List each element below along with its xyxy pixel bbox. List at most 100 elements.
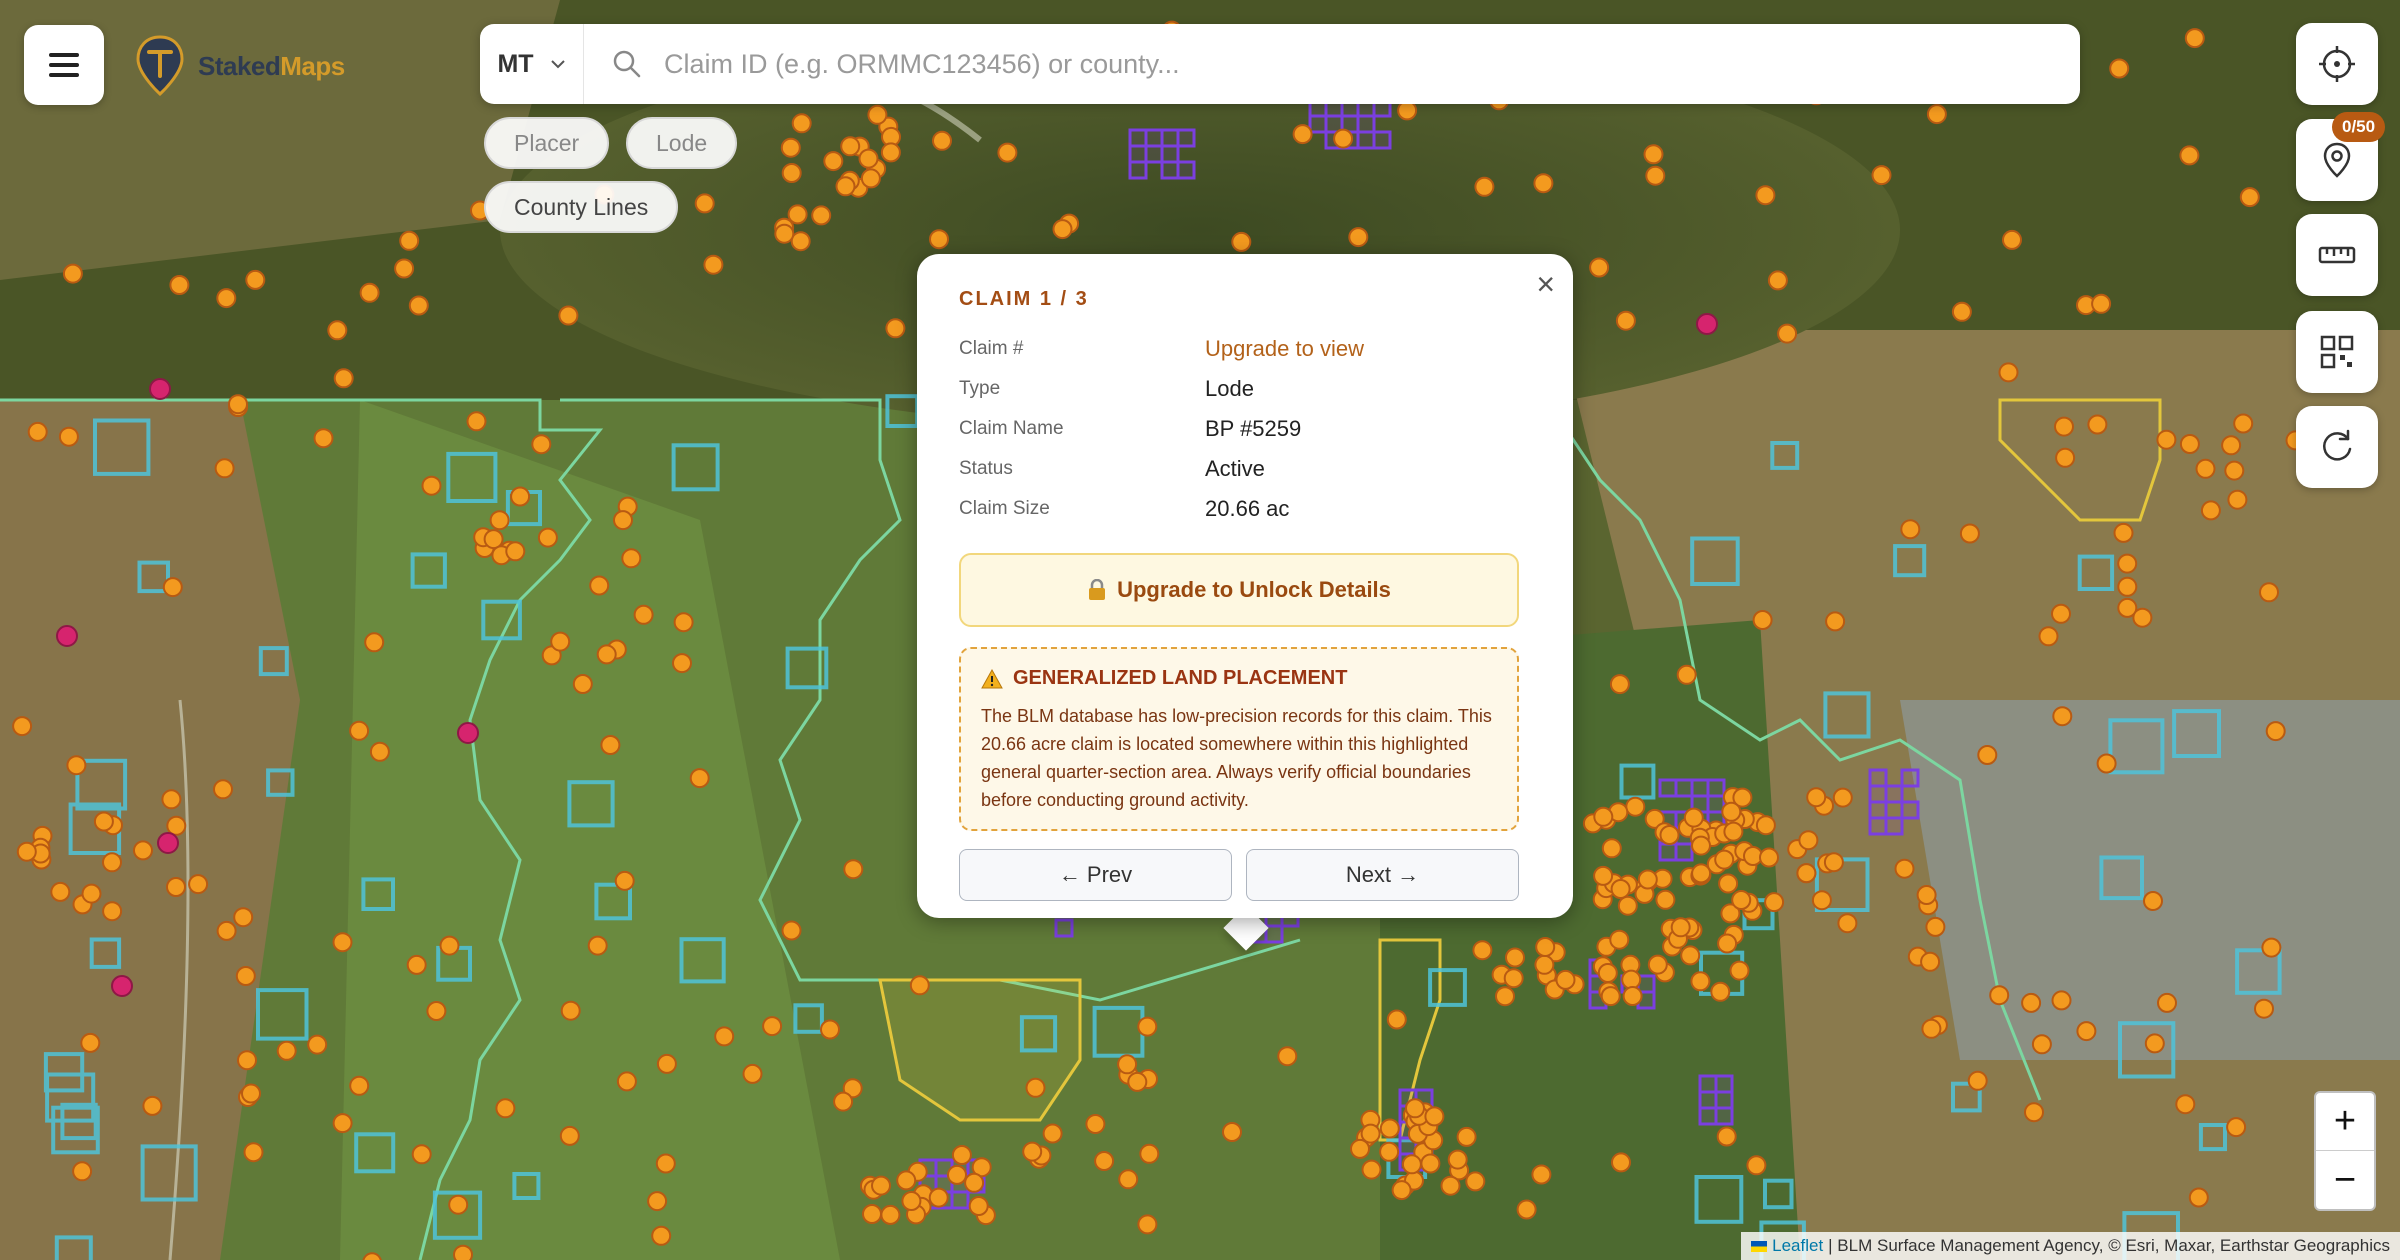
placer-claim-marker[interactable]: [2087, 414, 2108, 435]
placer-claim-marker[interactable]: [835, 176, 856, 197]
placer-claim-marker[interactable]: [1806, 787, 1827, 808]
placer-claim-marker[interactable]: [1659, 825, 1680, 845]
placer-claim-marker[interactable]: [2200, 500, 2221, 521]
placer-claim-marker[interactable]: [929, 229, 949, 250]
placer-claim-marker[interactable]: [1925, 916, 1946, 937]
placer-claim-marker[interactable]: [2143, 891, 2163, 911]
placer-claim-marker[interactable]: [672, 653, 692, 674]
placer-claim-marker[interactable]: [951, 1145, 972, 1165]
placer-claim-marker[interactable]: [364, 632, 385, 653]
placer-claim-marker[interactable]: [2221, 435, 2242, 456]
locate-button[interactable]: [2296, 23, 2378, 105]
placer-claim-marker[interactable]: [689, 768, 710, 789]
placer-claim-marker[interactable]: [1767, 270, 1788, 291]
placer-claim-marker[interactable]: [2144, 1033, 2165, 1054]
placer-claim-marker[interactable]: [2227, 489, 2248, 510]
special-claim-marker[interactable]: [457, 722, 479, 744]
placer-claim-marker[interactable]: [1405, 1098, 1425, 1119]
placer-claim-marker[interactable]: [1118, 1169, 1139, 1190]
placer-claim-marker[interactable]: [188, 874, 209, 895]
placer-claim-marker[interactable]: [1670, 917, 1691, 938]
placer-claim-marker[interactable]: [867, 104, 888, 125]
placer-claim-marker[interactable]: [169, 275, 190, 295]
placer-claim-marker[interactable]: [2002, 229, 2022, 250]
placer-claim-marker[interactable]: [327, 320, 348, 341]
lode-claim-cell[interactable]: [1144, 144, 1164, 164]
placer-claim-marker[interactable]: [2076, 1021, 2097, 1042]
placer-claim-marker[interactable]: [213, 779, 233, 800]
placer-claim-marker[interactable]: [2055, 447, 2076, 468]
placer-claim-marker[interactable]: [1139, 1143, 1160, 1164]
placer-claim-marker[interactable]: [313, 428, 334, 449]
placer-claim-marker[interactable]: [2224, 460, 2245, 481]
placer-claim-marker[interactable]: [2117, 553, 2138, 574]
placer-claim-marker[interactable]: [1615, 310, 1636, 331]
placer-claim-marker[interactable]: [1401, 1154, 1422, 1175]
placer-claim-marker[interactable]: [1495, 986, 1515, 1007]
upgrade-to-view-link[interactable]: Upgrade to view: [1205, 336, 1364, 362]
placer-claim-marker[interactable]: [1798, 830, 1819, 851]
placer-claim-marker[interactable]: [1292, 124, 1313, 145]
placer-claim-marker[interactable]: [694, 193, 715, 214]
placer-claim-marker[interactable]: [572, 674, 593, 694]
placer-claim-marker[interactable]: [369, 741, 390, 762]
placer-claim-marker[interactable]: [142, 1095, 163, 1116]
lode-claim-cell[interactable]: [1356, 114, 1376, 134]
placer-claim-marker[interactable]: [559, 1125, 580, 1146]
leaflet-link[interactable]: Leaflet: [1772, 1236, 1823, 1256]
lode-claim-cell[interactable]: [1128, 128, 1148, 148]
placer-claim-marker[interactable]: [928, 1187, 949, 1208]
placer-claim-marker[interactable]: [2031, 1034, 2052, 1055]
placer-claim-marker[interactable]: [2226, 1117, 2247, 1138]
placer-claim-marker[interactable]: [1811, 890, 1832, 911]
placer-claim-marker[interactable]: [421, 475, 442, 496]
placer-claim-marker[interactable]: [1647, 954, 1668, 975]
placer-claim-marker[interactable]: [1420, 1153, 1441, 1174]
placer-claim-marker[interactable]: [216, 288, 237, 309]
placer-claim-marker[interactable]: [1998, 362, 2019, 383]
placer-claim-marker[interactable]: [1505, 947, 1525, 968]
placer-claim-marker[interactable]: [600, 735, 621, 755]
placer-claim-marker[interactable]: [2239, 187, 2260, 208]
placer-claim-marker[interactable]: [276, 1040, 297, 1061]
placer-claim-marker[interactable]: [780, 137, 801, 158]
lode-claim-cell[interactable]: [1868, 800, 1888, 820]
placer-claim-marker[interactable]: [811, 205, 832, 226]
placer-claim-marker[interactable]: [2195, 458, 2216, 479]
lode-claim-cell[interactable]: [1900, 800, 1920, 820]
placer-claim-marker[interactable]: [558, 305, 579, 326]
placer-claim-marker[interactable]: [1440, 1175, 1461, 1196]
placer-claim-marker[interactable]: [2021, 992, 2042, 1013]
placer-claim-marker[interactable]: [1926, 104, 1947, 125]
placer-claim-marker[interactable]: [833, 1091, 854, 1112]
placer-claim-marker[interactable]: [1386, 1009, 1407, 1030]
lode-claim-cell[interactable]: [1714, 1106, 1734, 1126]
placer-claim-marker[interactable]: [1871, 165, 1892, 186]
placer-claim-marker[interactable]: [1900, 519, 1921, 540]
filter-chip-placer[interactable]: Placer: [484, 117, 610, 169]
placer-claim-marker[interactable]: [1447, 1149, 1468, 1170]
placer-claim-marker[interactable]: [2024, 1102, 2044, 1123]
placer-claim-marker[interactable]: [307, 1034, 328, 1055]
placer-claim-marker[interactable]: [1637, 869, 1658, 890]
lode-claim-cell[interactable]: [1690, 778, 1710, 798]
placer-claim-marker[interactable]: [1625, 796, 1646, 817]
placer-claim-marker[interactable]: [1042, 1123, 1063, 1144]
placer-claim-marker[interactable]: [1676, 664, 1697, 685]
placer-claim-marker[interactable]: [781, 163, 802, 183]
placer-claim-marker[interactable]: [885, 318, 906, 339]
placer-claim-marker[interactable]: [871, 1175, 891, 1196]
placer-claim-marker[interactable]: [613, 510, 633, 531]
placer-claim-marker[interactable]: [1534, 954, 1555, 975]
placer-claim-marker[interactable]: [510, 486, 531, 507]
placer-claim-marker[interactable]: [1611, 1152, 1631, 1173]
placer-claim-marker[interactable]: [1755, 815, 1776, 836]
placer-claim-marker[interactable]: [2175, 1094, 2196, 1115]
lode-claim-cell[interactable]: [1714, 1074, 1734, 1094]
lode-claim-cell[interactable]: [1308, 114, 1328, 134]
placer-claim-marker[interactable]: [1959, 523, 1980, 544]
placer-claim-marker[interactable]: [349, 720, 370, 741]
placer-claim-marker[interactable]: [2113, 522, 2134, 543]
placer-claim-marker[interactable]: [93, 811, 114, 832]
placer-claim-marker[interactable]: [505, 541, 526, 562]
